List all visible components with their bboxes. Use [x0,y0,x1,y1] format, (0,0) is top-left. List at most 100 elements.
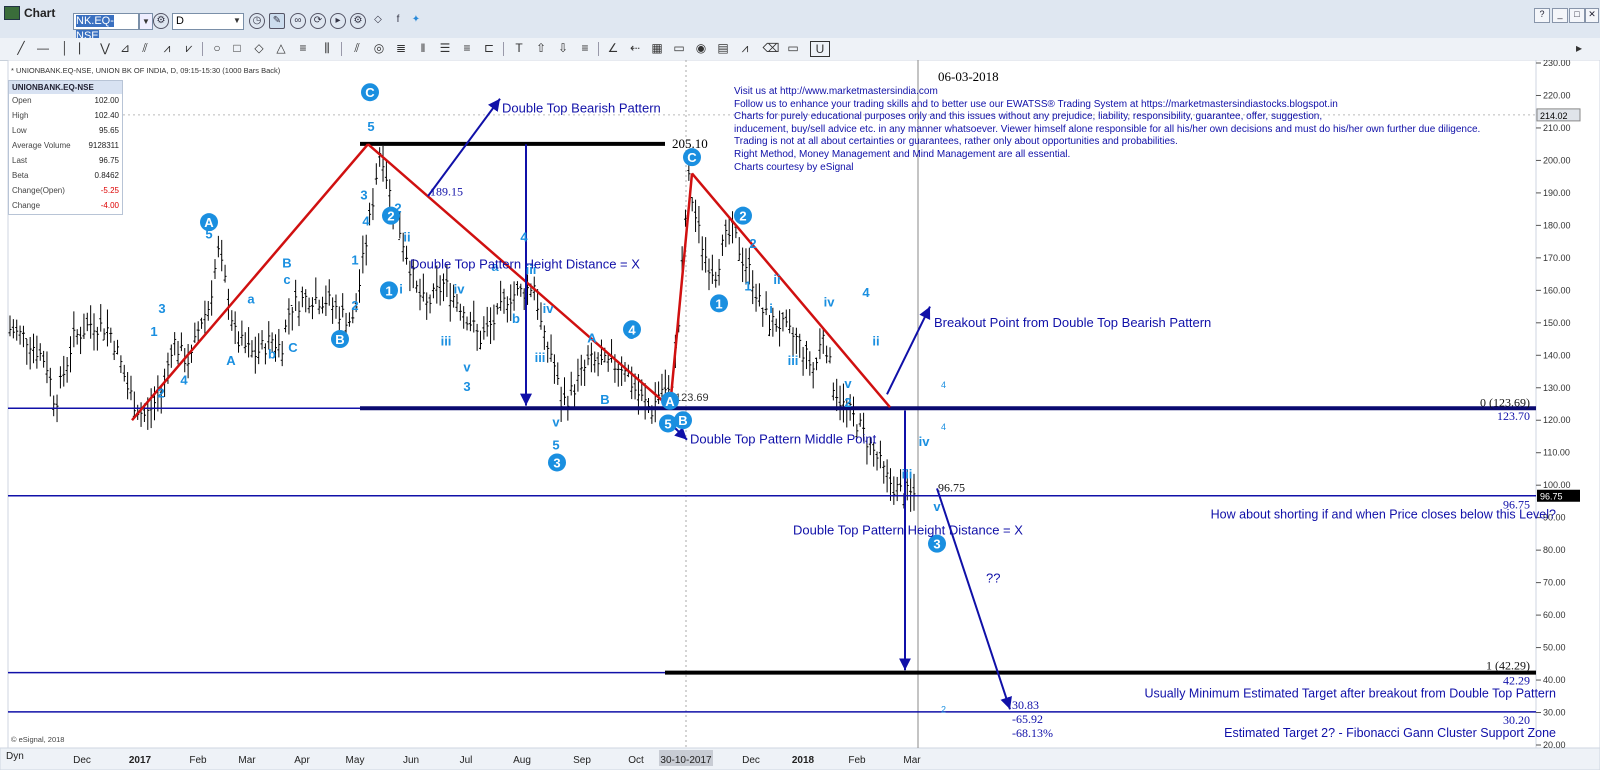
andrews-pitchfork-tool-icon[interactable]: ⊿ [116,41,134,55]
wave-count-label: 4 [362,213,370,228]
symbol-settings-icon[interactable]: ⚙ [153,13,169,29]
arrow-left-tool-icon[interactable]: ⇠ [626,41,644,55]
symbol-dropdown-button[interactable]: ▼ [139,13,153,30]
interval-dropdown-icon[interactable]: ▼ [230,13,244,30]
wave-circle-label: 3 [553,455,560,470]
eye-tool-icon[interactable]: ◉ [692,41,710,55]
fork-tool-icon[interactable]: ⫽ [136,41,154,56]
price-marker-top-label: 214.02 [1540,111,1568,121]
down-arrow-tool-icon[interactable]: ⇩ [554,41,572,55]
wave-count-label: ii [872,334,879,349]
dyn-button[interactable]: Dyn [6,751,24,762]
gann-fan-tool-icon[interactable]: ⩘ [158,41,176,56]
wave-count-label: v [844,376,852,391]
drawing-toolbar: ╱ — │ ⎸ ⋁ ⊿ ⫽ ⩘ ⩗ ○ □ ◇ △ ≡ ⫼ ⫽ ◎ ≣ ‖ ☰ … [0,38,1600,61]
x-tick-label: May [346,755,365,766]
sync-icon[interactable]: ⟳ [310,13,326,29]
y-tick-label: 40.00 [1543,675,1566,685]
wave-count-label: 4 [520,230,528,245]
facebook-icon[interactable]: f [390,13,406,29]
toolbar-expand-icon[interactable]: ▸ [1570,41,1588,55]
clock-icon[interactable]: ◷ [249,13,265,29]
settings-gear-icon[interactable]: ⚙ [350,13,366,29]
wave-circle-label: 1 [715,296,722,311]
grid-tool-icon[interactable]: ▦ [648,41,666,55]
y-tick-label: 230.00 [1543,60,1571,68]
small-count-label: 2 [941,705,946,715]
copyright-label: © eSignal, 2018 [11,735,65,744]
close-button[interactable]: ✕ [1585,8,1599,23]
draw-pencil-icon[interactable]: ✎ [269,13,285,29]
help-button[interactable]: ? [1534,8,1550,23]
wave-count-label: 1 [744,278,751,293]
middle-point-annotation: Double Top Pattern Middle Point [690,432,877,447]
note-line: Charts courtesy by eSignal [734,161,854,173]
target-1-level-label: 1 (42.29) [1486,659,1530,673]
wave-count-label: 1 [150,324,157,339]
vertical-line-2-tool-icon[interactable]: ⎸ [76,41,94,56]
price-marker-last-label: 96.75 [1540,492,1563,502]
window-title: Chart [4,6,55,20]
data-window-row-label: Last [12,156,28,165]
play-icon[interactable]: ▸ [330,13,346,29]
data-window-row-value: -5.25 [100,186,119,195]
fib-ext-tool-icon[interactable]: ☰ [436,41,454,55]
horizontal-line-tool-icon[interactable]: — [34,41,52,55]
wave-count-label: ii [773,272,780,287]
elliott-wave-tool-icon[interactable]: ⋁ [96,41,114,55]
data-window-row-label: Change(Open) [12,186,65,195]
fib-fan-tool-icon[interactable]: ≡ [458,41,476,55]
comment-tool-icon[interactable]: ▭ [784,41,802,55]
maximize-button[interactable]: □ [1569,8,1585,23]
small-count-label: 4 [941,380,946,390]
fib-arc-tool-icon[interactable]: ⊏ [480,41,498,55]
y-tick-label: 130.00 [1543,383,1571,393]
wave-count-label: 2 [844,395,851,410]
minimize-button[interactable]: _ [1552,8,1568,23]
fib-time-tool-icon[interactable]: ‖ [414,41,432,55]
cycle-lines-tool-icon[interactable]: ⫼ [318,41,336,56]
ellipse-tool-icon[interactable]: ○ [208,41,226,55]
y-tick-label: 50.00 [1543,643,1566,653]
fib-retracement-tool-icon[interactable]: ≣ [392,41,410,55]
target-tool-icon[interactable]: ◎ [370,41,388,55]
note-line: Trading is not at all about certainties … [734,136,1178,148]
x-tick-label: Feb [189,755,207,766]
y-tick-label: 60.00 [1543,610,1566,620]
symbol-input[interactable]: NK.EQ-NSE [73,13,139,42]
up-arrow-tool-icon[interactable]: ⇧ [532,41,550,55]
toolbar-separator [202,42,203,56]
wave-count-label: 3 [463,379,470,394]
text-tool-icon[interactable]: T [510,41,528,55]
link-icon[interactable]: ∞ [290,13,306,29]
speed-lines-tool-icon[interactable]: ⩗ [180,41,198,56]
triangle-tool-icon[interactable]: △ [272,41,290,55]
x-tick-label: Feb [848,755,866,766]
data-window-symbol: UNIONBANK.EQ-NSE [9,81,122,94]
tag-icon[interactable]: ◇ [370,13,386,29]
x-tick-label: Oct [628,755,644,766]
level-tool-icon[interactable]: ≡ [576,41,594,55]
rectangle-tool-icon[interactable]: □ [228,41,246,55]
projection-change-label: -65.92 [1012,712,1043,726]
wave-count-label: 5 [367,119,374,134]
line-tool-icon[interactable]: ╱ [12,41,30,55]
lock-tool-icon[interactable]: U [810,41,830,57]
angle-tool-icon[interactable]: ∠ [604,41,622,55]
wave-count-label: v [552,415,560,430]
zigzag-tool-icon[interactable]: ⩘ [736,41,754,56]
regression-tool-icon[interactable]: ⫽ [348,41,366,56]
eraser-tool-icon[interactable]: ⌫ [762,41,780,55]
y-tick-label: 30.00 [1543,708,1566,718]
pivot-tool-icon[interactable]: ▤ [714,41,732,55]
vertical-line-tool-icon[interactable]: │ [56,41,74,55]
twitter-icon[interactable]: ✦ [408,13,424,29]
wave-count-label: 5 [552,437,559,452]
y-tick-label: 170.00 [1543,253,1571,263]
mob-tool-icon[interactable]: ▭ [670,41,688,55]
x-tick-label: Dec [742,755,760,766]
channel-tool-icon[interactable]: ≡ [294,41,312,55]
data-window-row-label: Beta [12,171,29,180]
wave-circle-label: C [365,85,375,100]
parallelogram-tool-icon[interactable]: ◇ [250,41,268,55]
